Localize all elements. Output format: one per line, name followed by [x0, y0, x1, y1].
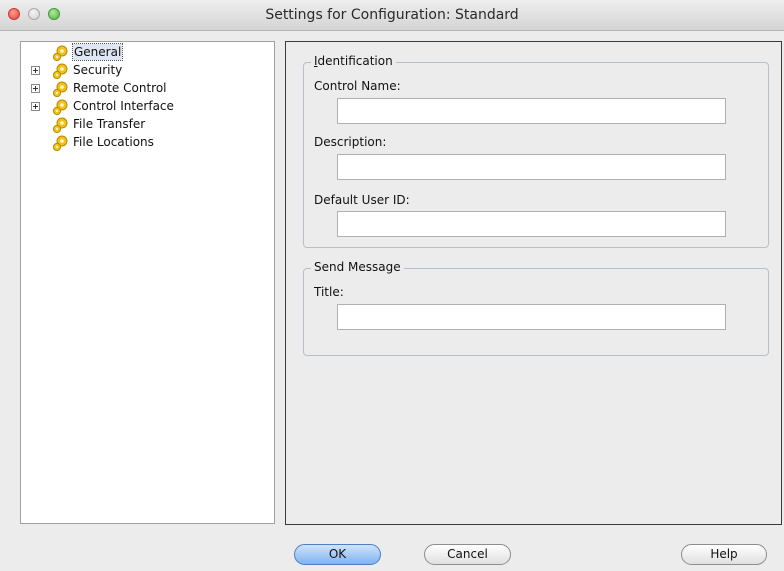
tree-item-control-interface[interactable]: Control Interface: [31, 98, 261, 116]
message-title-input[interactable]: [337, 304, 726, 330]
expand-plus-icon[interactable]: [31, 84, 40, 93]
help-button[interactable]: Help: [681, 544, 767, 565]
window-title: Settings for Configuration: Standard: [265, 7, 519, 23]
tree-item-label: Security: [73, 63, 123, 77]
gear-icon: [52, 45, 68, 62]
send-message-legend: Send Message: [311, 260, 404, 274]
gear-icon: [52, 63, 68, 80]
message-title-label: Title:: [314, 285, 344, 299]
tree-item-label: Control Interface: [73, 99, 174, 113]
description-input[interactable]: [337, 154, 726, 180]
tree-item-file-transfer[interactable]: File Transfer: [31, 116, 261, 134]
gear-icon: [52, 135, 68, 152]
default-user-id-label: Default User ID:: [314, 193, 410, 207]
description-label: Description:: [314, 135, 387, 149]
identification-group: Identification Control Name: Description…: [303, 54, 769, 248]
tree-item-label: File Locations: [73, 135, 154, 149]
expand-plus-icon[interactable]: [31, 102, 40, 111]
tree-item-remote-control[interactable]: Remote Control: [31, 80, 261, 98]
cancel-button[interactable]: Cancel: [424, 544, 511, 565]
tree-item-label: Remote Control: [73, 81, 167, 95]
default-user-id-input[interactable]: [337, 211, 726, 237]
tree-item-file-locations[interactable]: File Locations: [31, 134, 261, 152]
title-bar: Settings for Configuration: Standard: [0, 0, 784, 31]
gear-icon: [52, 117, 68, 134]
settings-tree[interactable]: General Security Remote Control Control …: [20, 41, 275, 524]
tree-item-label: General: [71, 43, 124, 61]
gear-icon: [52, 99, 68, 116]
tree-item-label: File Transfer: [73, 117, 146, 131]
control-name-input[interactable]: [337, 98, 726, 124]
settings-panel: Identification Control Name: Description…: [285, 41, 782, 525]
ok-button[interactable]: OK: [294, 544, 381, 565]
identification-legend: Identification: [311, 54, 396, 68]
expand-plus-icon[interactable]: [31, 66, 40, 75]
tree-item-security[interactable]: Security: [31, 62, 261, 80]
gear-icon: [52, 81, 68, 98]
tree-item-general[interactable]: General: [31, 43, 261, 62]
control-name-label: Control Name:: [314, 79, 401, 93]
send-message-group: Send Message Title:: [303, 260, 769, 356]
